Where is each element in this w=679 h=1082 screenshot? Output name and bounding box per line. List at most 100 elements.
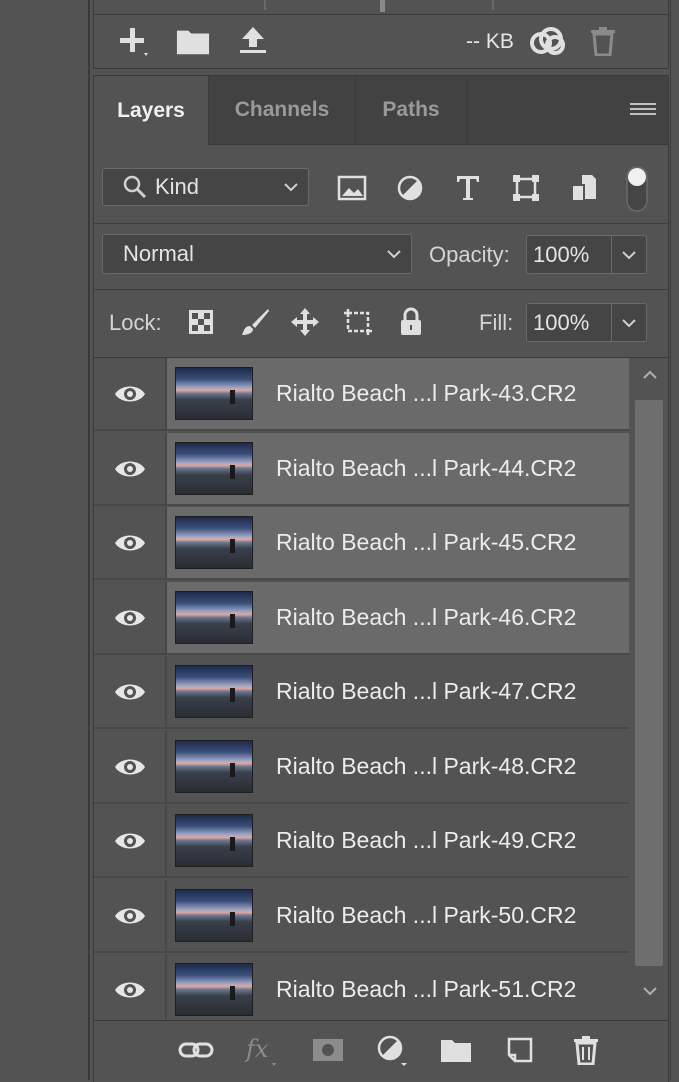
layer-name[interactable]: Rialto Beach ...l Park-51.CR2 xyxy=(276,954,576,1023)
layer-row[interactable]: Rialto Beach ...l Park-48.CR2 xyxy=(94,731,629,804)
eye-icon xyxy=(114,982,145,997)
layer-body[interactable]: Rialto Beach ...l Park-49.CR2 xyxy=(167,805,629,876)
panel-tab-bar: Layers Channels Paths xyxy=(94,76,668,145)
panel-menu-button[interactable] xyxy=(630,98,656,120)
chevron-down-icon xyxy=(622,250,636,259)
layer-body[interactable]: Rialto Beach ...l Park-47.CR2 xyxy=(167,656,629,727)
eye-icon xyxy=(114,535,145,550)
folder-button[interactable] xyxy=(176,24,210,58)
eye-icon xyxy=(114,833,145,848)
plus-icon xyxy=(120,28,148,56)
layer-row[interactable]: Rialto Beach ...l Park-44.CR2 xyxy=(94,433,629,506)
layer-visibility-toggle[interactable] xyxy=(94,805,167,876)
new-layer-button[interactable] xyxy=(500,1033,540,1067)
eye-icon xyxy=(114,386,145,401)
lock-transparent-button[interactable] xyxy=(184,305,218,339)
lock-move-icon xyxy=(291,308,319,336)
tab-channels[interactable]: Channels xyxy=(209,76,356,144)
layer-body[interactable]: Rialto Beach ...l Park-45.CR2 xyxy=(167,507,629,578)
add-mask-button[interactable] xyxy=(308,1033,348,1067)
upload-button[interactable] xyxy=(236,24,270,58)
blend-mode-select[interactable]: Normal xyxy=(102,234,412,274)
filter-shape-button[interactable] xyxy=(508,170,544,206)
trash-button[interactable] xyxy=(586,24,620,58)
layer-body[interactable]: Rialto Beach ...l Park-51.CR2 xyxy=(167,954,629,1023)
filter-type-button[interactable] xyxy=(450,170,486,206)
filter-adjustment-button[interactable] xyxy=(392,170,428,206)
layer-row[interactable]: Rialto Beach ...l Park-43.CR2 xyxy=(94,358,629,431)
scrollbar-thumb[interactable] xyxy=(635,400,663,966)
layer-thumbnail xyxy=(175,591,253,644)
filter-pixel-button[interactable] xyxy=(334,170,370,206)
creative-cloud-button[interactable] xyxy=(526,24,568,58)
layer-row[interactable]: Rialto Beach ...l Park-47.CR2 xyxy=(94,656,629,729)
delete-icon xyxy=(574,1036,598,1065)
link-icon xyxy=(178,1042,214,1058)
layer-row[interactable]: Rialto Beach ...l Park-46.CR2 xyxy=(94,582,629,655)
layer-visibility-toggle[interactable] xyxy=(94,880,167,951)
fill-value: 100% xyxy=(533,309,590,335)
add-adjustment-layer-button[interactable] xyxy=(372,1033,412,1067)
layer-name[interactable]: Rialto Beach ...l Park-43.CR2 xyxy=(276,358,576,429)
eye-icon xyxy=(114,684,145,699)
lock-label: Lock: xyxy=(109,310,162,335)
new-group-button[interactable] xyxy=(436,1033,476,1067)
fill-label: Fill: xyxy=(479,310,514,335)
scroll-up-button[interactable] xyxy=(631,358,668,392)
layer-name[interactable]: Rialto Beach ...l Park-50.CR2 xyxy=(276,880,576,951)
layer-thumbnail xyxy=(175,516,253,569)
tab-layers[interactable]: Layers xyxy=(94,76,209,145)
layer-body[interactable]: Rialto Beach ...l Park-48.CR2 xyxy=(167,731,629,802)
filter-smart-object-button[interactable] xyxy=(566,170,602,206)
layer-visibility-toggle[interactable] xyxy=(94,731,167,802)
layer-name[interactable]: Rialto Beach ...l Park-47.CR2 xyxy=(276,656,576,727)
eye-icon xyxy=(114,461,145,476)
layer-body[interactable]: Rialto Beach ...l Park-46.CR2 xyxy=(167,582,629,653)
lock-all-button[interactable] xyxy=(394,305,428,339)
layer-visibility-toggle[interactable] xyxy=(94,582,167,653)
layer-visibility-toggle[interactable] xyxy=(94,954,167,1023)
layer-thumbnail xyxy=(175,740,253,793)
left-sidebar-strip xyxy=(0,0,90,1080)
lock-paint-button[interactable] xyxy=(238,305,272,339)
layer-body[interactable]: Rialto Beach ...l Park-44.CR2 xyxy=(167,433,629,504)
opacity-field[interactable]: 100% xyxy=(526,235,647,274)
filter-toggle[interactable] xyxy=(624,166,650,212)
layer-row[interactable]: Rialto Beach ...l Park-49.CR2 xyxy=(94,805,629,878)
scroll-down-button[interactable] xyxy=(631,974,668,1008)
layer-body[interactable]: Rialto Beach ...l Park-50.CR2 xyxy=(167,880,629,951)
layer-visibility-toggle[interactable] xyxy=(94,656,167,727)
fx-icon: fx xyxy=(244,1035,276,1066)
filter-kind-select[interactable]: Kind xyxy=(102,168,309,206)
layer-name[interactable]: Rialto Beach ...l Park-45.CR2 xyxy=(276,507,576,578)
layer-row[interactable]: Rialto Beach ...l Park-51.CR2 xyxy=(94,954,629,1023)
divider xyxy=(94,14,668,15)
layer-row[interactable]: Rialto Beach ...l Park-50.CR2 xyxy=(94,880,629,953)
layer-body[interactable]: Rialto Beach ...l Park-43.CR2 xyxy=(167,358,629,429)
lock-artboard-button[interactable] xyxy=(341,305,375,339)
image-filter-icon xyxy=(337,175,367,201)
layer-visibility-toggle[interactable] xyxy=(94,433,167,504)
layer-row[interactable]: Rialto Beach ...l Park-45.CR2 xyxy=(94,507,629,580)
add-layer-style-button[interactable]: fx xyxy=(242,1033,282,1067)
fill-field[interactable]: 100% xyxy=(526,303,647,342)
delete-layer-button[interactable] xyxy=(566,1033,606,1067)
right-edge-strip xyxy=(670,0,679,1080)
slider-handle[interactable] xyxy=(380,0,385,12)
layer-name[interactable]: Rialto Beach ...l Park-49.CR2 xyxy=(276,805,576,876)
layer-visibility-toggle[interactable] xyxy=(94,358,167,429)
divider xyxy=(94,223,668,224)
tab-paths[interactable]: Paths xyxy=(356,76,467,144)
folder-icon xyxy=(176,30,210,55)
layer-list-scrollbar[interactable] xyxy=(631,358,668,1023)
layer-name[interactable]: Rialto Beach ...l Park-48.CR2 xyxy=(276,731,576,802)
link-layers-button[interactable] xyxy=(176,1033,216,1067)
lock-move-button[interactable] xyxy=(288,305,322,339)
layer-visibility-toggle[interactable] xyxy=(94,507,167,578)
add-button[interactable] xyxy=(116,24,150,58)
layer-name[interactable]: Rialto Beach ...l Park-46.CR2 xyxy=(276,582,576,653)
adjustment-filter-icon xyxy=(397,175,423,201)
layer-thumbnail xyxy=(175,367,253,420)
creative-cloud-icon xyxy=(530,27,565,55)
layer-name[interactable]: Rialto Beach ...l Park-44.CR2 xyxy=(276,433,576,504)
